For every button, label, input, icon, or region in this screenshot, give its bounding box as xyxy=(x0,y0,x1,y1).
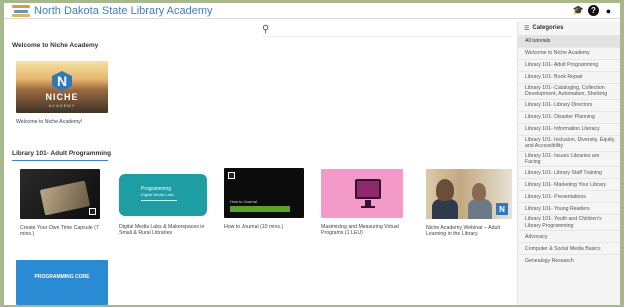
tutorial-caption[interactable]: Create Your Own Time Capsule (7 mins.) xyxy=(20,225,100,237)
tutorial-card[interactable]: PROGRAMMING CORE xyxy=(16,260,108,305)
tutorial-card[interactable]: Programming Digital Media Labs Digital M… xyxy=(119,174,207,236)
niche-logo-icon: N xyxy=(52,71,72,91)
help-icon[interactable]: ? xyxy=(588,5,599,16)
monitor-icon xyxy=(355,179,381,199)
graduation-cap-icon[interactable]: 🎓 xyxy=(573,5,584,16)
app-window: North Dakota State Library Academy 🎓 ? ●… xyxy=(4,3,620,305)
categories-title: Categories xyxy=(532,25,564,31)
list-icon: ☰ xyxy=(524,25,530,32)
thumbnail-title: NICHE xyxy=(45,92,79,102)
thumbnail-title: How to Journal xyxy=(230,199,257,204)
section-title-adult-programming: Library 101- Adult Programming xyxy=(12,150,112,157)
category-item[interactable]: Library 101- Issues Libraries are Facing xyxy=(518,150,620,167)
category-item[interactable]: Genealogy Research xyxy=(518,254,620,266)
category-item[interactable]: Welcome to Niche Academy xyxy=(518,47,620,59)
tutorial-caption[interactable]: Maximizing and Measuring Virtual Program… xyxy=(321,224,403,236)
tutorial-thumbnail[interactable]: N NICHE ACADEMY xyxy=(16,61,108,113)
tutorial-card[interactable]: Maximizing and Measuring Virtual Program… xyxy=(321,169,403,236)
category-list: All tutorials Welcome to Niche Academy Lib… xyxy=(518,35,620,266)
category-item[interactable]: All tutorials xyxy=(518,35,620,47)
tutorial-thumbnail[interactable]: How to Journal xyxy=(224,168,304,218)
category-item[interactable]: Advocacy xyxy=(518,230,620,242)
library-logo-icon[interactable] xyxy=(12,5,30,17)
search-icon[interactable]: ⚲ xyxy=(262,24,269,35)
tutorial-caption[interactable]: Niche Academy Webinar – Adult Learning i… xyxy=(426,225,512,237)
category-item[interactable]: Library 101- Book Repair xyxy=(518,71,620,83)
tutorial-caption[interactable]: How to Journal (10 mins.) xyxy=(224,224,304,230)
category-item[interactable]: Library 101- Inclusion, Diversity, Equit… xyxy=(518,134,620,151)
category-item[interactable]: Library 101- Information Literacy xyxy=(518,122,620,135)
search-input[interactable]: ⚲ xyxy=(262,24,512,37)
category-item[interactable]: Library 101- Presentations xyxy=(518,190,620,202)
site-title[interactable]: North Dakota State Library Academy xyxy=(34,5,213,17)
tutorial-thumbnail[interactable]: Programming Digital Media Labs xyxy=(119,174,207,216)
tutorial-caption[interactable]: Digital Media Labs & Makerspaces in Smal… xyxy=(119,224,207,236)
categories-header: ☰ Categories xyxy=(518,21,620,35)
thumbnail-title: PROGRAMMING CORE xyxy=(34,274,90,280)
thumbnail-divider xyxy=(141,200,177,201)
person-image xyxy=(472,183,486,201)
category-item[interactable]: Library 101- Disaster Planning xyxy=(518,110,620,123)
niche-logo-icon: N xyxy=(496,203,508,215)
category-item[interactable]: Computer & Social Media Basics xyxy=(518,242,620,254)
thumbnail-subtitle: ACADEMY xyxy=(48,103,76,108)
tutorial-card[interactable]: How to Journal How to Journal (10 mins.) xyxy=(224,168,304,230)
tutorial-thumbnail[interactable]: PROGRAMMING CORE xyxy=(16,260,108,305)
user-icon[interactable]: ● xyxy=(603,5,614,16)
section-title-welcome: Welcome to Niche Academy xyxy=(12,42,99,49)
tutorial-card[interactable]: Create Your Own Time Capsule (7 mins.) xyxy=(20,169,100,237)
thumbnail-subtitle: Digital Media Labs xyxy=(141,192,174,197)
section-underline xyxy=(12,160,108,161)
video-badge-icon xyxy=(228,172,235,179)
monitor-base xyxy=(361,206,375,208)
category-item[interactable]: Library 101- Young Readers xyxy=(518,202,620,214)
category-item[interactable]: Library 101- Youth and Children's Librar… xyxy=(518,214,620,230)
category-item[interactable]: Library 101- Adult Programming xyxy=(518,59,620,71)
person-image xyxy=(432,199,458,219)
person-image xyxy=(468,199,492,219)
category-item[interactable]: Library 101- Marketing Your Library xyxy=(518,178,620,190)
tutorial-card-welcome[interactable]: N NICHE ACADEMY Welcome to Niche Academy… xyxy=(16,61,108,125)
category-item[interactable]: Library 101- Cataloging, Collection Deve… xyxy=(518,83,620,99)
category-item[interactable]: Library 101- Library Directors xyxy=(518,98,620,111)
tutorial-card[interactable]: N Niche Academy Webinar – Adult Learning… xyxy=(426,169,512,237)
person-image xyxy=(436,179,454,201)
video-badge-icon xyxy=(89,208,96,215)
header-icons: 🎓 ? ● xyxy=(573,5,614,16)
book-image xyxy=(39,180,91,216)
category-item[interactable]: Library 101- Library Staff Training xyxy=(518,166,620,178)
tutorial-caption[interactable]: Welcome to Niche Academy! xyxy=(16,119,108,125)
tutorial-thumbnail[interactable] xyxy=(20,169,100,219)
top-header: North Dakota State Library Academy 🎓 ? ● xyxy=(4,3,620,19)
categories-sidebar: ☰ Categories All tutorials Welcome to Nic… xyxy=(517,21,620,305)
thumbnail-bar xyxy=(230,206,290,212)
tutorial-thumbnail[interactable] xyxy=(321,169,403,218)
tutorial-thumbnail[interactable]: N xyxy=(426,169,512,219)
